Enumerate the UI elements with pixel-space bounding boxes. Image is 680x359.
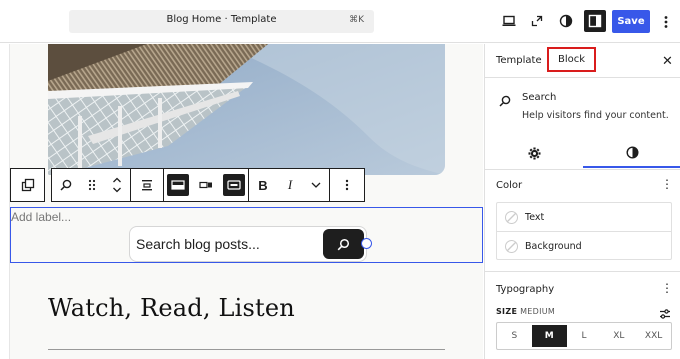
- size-option-m[interactable]: M: [531, 325, 567, 347]
- search-input[interactable]: Search blog posts...: [129, 226, 367, 262]
- typography-panel-title: Typography: [496, 284, 555, 295]
- typography-options-icon[interactable]: ⋮: [661, 281, 673, 295]
- toolbar-format-group: B I: [249, 168, 330, 202]
- size-option-xxl[interactable]: XXL: [636, 323, 671, 349]
- editor-top-bar: Blog Home · Template ⌘K Save: [0, 0, 680, 43]
- button-only-icon[interactable]: [220, 168, 248, 202]
- search-submit-button[interactable]: [323, 229, 364, 259]
- search-block-icon[interactable]: [52, 168, 80, 202]
- section-heading[interactable]: Watch, Read, Listen: [48, 294, 295, 322]
- command-shortcut: ⌘K: [349, 15, 364, 25]
- panel-divider: [485, 271, 680, 272]
- styles-icon: [625, 145, 639, 159]
- drag-handle-icon[interactable]: [80, 168, 104, 202]
- bold-icon[interactable]: B: [249, 168, 277, 202]
- inspector-divider: [485, 169, 680, 170]
- empty-swatch-icon: [505, 240, 518, 253]
- settings-panel-icon[interactable]: [584, 10, 606, 32]
- move-up-down-icon[interactable]: [104, 168, 130, 202]
- button-outside-icon[interactable]: [192, 168, 220, 202]
- block-toolbar: B I: [10, 168, 365, 202]
- size-option-xl[interactable]: XL: [601, 323, 636, 349]
- button-inside-icon[interactable]: [164, 168, 192, 202]
- header-image[interactable]: [48, 44, 445, 175]
- empty-swatch-icon: [505, 210, 518, 224]
- tab-block[interactable]: Block: [547, 47, 597, 72]
- block-title: Search: [522, 92, 557, 103]
- italic-icon[interactable]: I: [277, 168, 303, 202]
- canvas-gutter: [0, 44, 10, 359]
- size-label: SIZE: [496, 307, 518, 316]
- toolbar-options-group: [330, 168, 365, 202]
- editor-canvas[interactable]: B I Add label... Search blog posts... Wa…: [0, 44, 483, 359]
- search-block[interactable]: Add label... Search blog posts...: [10, 207, 483, 263]
- toolbar-block-group: [51, 168, 131, 202]
- block-options-icon[interactable]: [330, 168, 364, 202]
- search-label-input[interactable]: Add label...: [11, 210, 71, 224]
- color-options-icon[interactable]: ⋮: [661, 177, 673, 191]
- tab-block-settings[interactable]: [485, 138, 583, 168]
- block-description: Help visitors find your content.: [522, 110, 669, 121]
- color-text-label: Text: [525, 211, 545, 223]
- color-background-item[interactable]: Background: [497, 232, 671, 261]
- size-option-s[interactable]: S: [497, 323, 532, 349]
- tab-block-styles[interactable]: [583, 138, 680, 168]
- color-panel-title: Color: [496, 180, 523, 191]
- font-size-picker: S M L XL XXL: [496, 322, 672, 350]
- gear-icon: [528, 147, 540, 159]
- document-title: Blog Home · Template: [166, 14, 277, 25]
- styles-icon[interactable]: [555, 10, 577, 32]
- toolbar-parent-group: [10, 168, 45, 202]
- select-parent-icon[interactable]: [11, 168, 44, 202]
- settings-sidebar: Template Block ✕ Search Help visitors fi…: [484, 44, 680, 359]
- more-formats-icon[interactable]: [303, 168, 329, 202]
- resize-handle[interactable]: [361, 238, 372, 249]
- command-palette-button[interactable]: Blog Home · Template ⌘K: [69, 10, 374, 33]
- color-settings: Text Background: [496, 202, 672, 260]
- save-button[interactable]: Save: [612, 10, 650, 33]
- more-options-icon[interactable]: [656, 10, 676, 33]
- size-value: MEDIUM: [520, 307, 556, 316]
- toolbar-align-group: [131, 168, 164, 202]
- external-link-icon[interactable]: [526, 10, 548, 32]
- close-icon[interactable]: ✕: [662, 54, 673, 69]
- tab-template[interactable]: Template: [496, 55, 542, 66]
- search-input-placeholder: Search blog posts...: [136, 236, 260, 252]
- tabs-divider: [485, 77, 680, 78]
- desktop-view-icon[interactable]: [498, 10, 520, 32]
- color-text-item[interactable]: Text: [497, 203, 671, 232]
- font-size-label: SIZE MEDIUM: [496, 307, 555, 316]
- separator: [48, 349, 445, 350]
- align-center-icon[interactable]: [131, 168, 163, 202]
- color-background-label: Background: [525, 241, 582, 252]
- search-block-icon: [499, 92, 511, 111]
- toolbar-layout-group: [164, 168, 249, 202]
- search-icon: [337, 238, 350, 250]
- size-option-l[interactable]: L: [567, 323, 602, 349]
